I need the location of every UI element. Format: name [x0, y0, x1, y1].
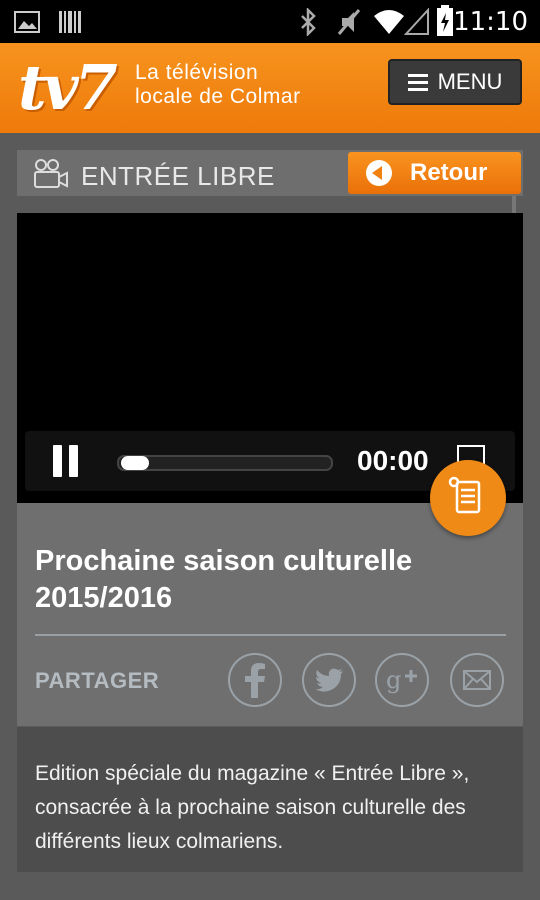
article-title: Prochaine saison culturelle 2015/2016 — [35, 545, 413, 614]
bluetooth-icon — [301, 8, 316, 36]
battery-icon — [437, 5, 453, 36]
description-panel: Edition spéciale du magazine « Entrée Li… — [17, 727, 523, 872]
twitter-share-button[interactable] — [302, 653, 356, 707]
back-label: Retour — [410, 159, 488, 186]
hamburger-icon — [407, 70, 428, 95]
tagline-line2: locale de Colmar — [135, 85, 301, 108]
image-icon — [14, 11, 40, 33]
article-description: Edition spéciale du magazine « Entrée Li… — [35, 762, 470, 853]
google-plus-share-button[interactable]: g — [375, 653, 429, 707]
barcode-icon — [59, 11, 81, 33]
menu-label: MENU — [437, 69, 503, 94]
mute-icon — [337, 9, 361, 35]
back-button[interactable]: Retour — [348, 152, 521, 194]
status-bar: 11:10 — [0, 0, 540, 43]
tv7-logo[interactable]: tv7 — [18, 51, 118, 124]
player-time: 00:00 — [357, 445, 429, 476]
wifi-icon — [374, 10, 404, 34]
svg-text:g: g — [386, 666, 401, 694]
email-icon — [463, 670, 491, 690]
scrollbar[interactable] — [512, 196, 516, 214]
twitter-icon — [315, 668, 343, 692]
facebook-icon — [245, 663, 265, 698]
tagline: La télévision locale de Colmar — [135, 61, 301, 109]
google-plus-icon: g — [386, 666, 417, 694]
document-icon — [448, 476, 481, 514]
divider — [35, 634, 506, 636]
details-button[interactable] — [430, 460, 506, 536]
share-label: PARTAGER — [35, 668, 160, 693]
menu-button[interactable]: MENU — [388, 59, 522, 105]
tagline-line1: La télévision — [135, 61, 259, 84]
article-panel: Prochaine saison culturelle 2015/2016 PA… — [17, 503, 523, 726]
facebook-share-button[interactable] — [228, 653, 282, 707]
progress-track[interactable] — [117, 455, 333, 471]
pause-icon — [53, 445, 62, 477]
email-share-button[interactable] — [450, 653, 504, 707]
signal-icon — [404, 8, 429, 35]
app-header: tv7 La télévision locale de Colmar MENU — [0, 43, 540, 133]
video-camera-icon — [34, 159, 68, 188]
section-title: ENTRÉE LIBRE — [81, 161, 275, 191]
progress-knob[interactable] — [121, 456, 149, 470]
back-arrow-icon — [366, 160, 392, 186]
clock: 11:10 — [453, 7, 528, 37]
pause-button[interactable] — [53, 445, 85, 482]
